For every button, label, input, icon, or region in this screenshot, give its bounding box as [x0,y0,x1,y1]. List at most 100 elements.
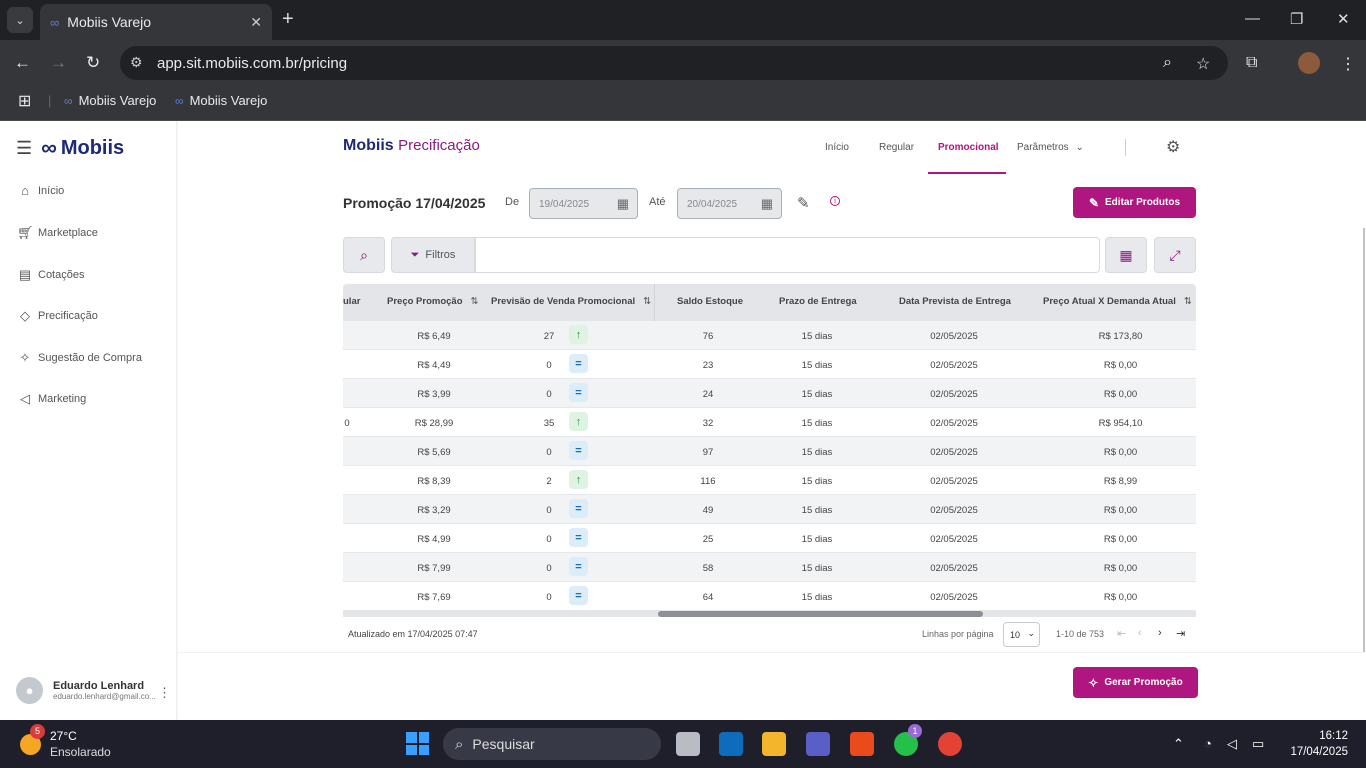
cell-date: 02/05/2025 [930,534,978,545]
tab-search-button[interactable]: ⌄ [7,7,33,33]
from-date-input[interactable]: 19/04/2025 ▦ [529,188,638,219]
edit-products-button[interactable]: ✎ Editar Produtos [1073,187,1196,218]
reload-button[interactable]: ↻ [86,53,100,73]
expand-button[interactable]: ⤢ [1154,237,1196,273]
table-row[interactable]: R$ 7,99 0 58 15 dias 02/05/2025 R$ 0,00 = [343,553,1196,582]
system-clock[interactable]: 16:12 17/04/2025 [1290,728,1348,760]
sort-icon[interactable]: ⇅ [643,296,651,307]
bookmark-item[interactable]: ∞ Mobiis Varejo [64,93,156,108]
extensions-icon[interactable]: ⧉ [1246,54,1257,72]
sort-icon[interactable]: ⇅ [1184,296,1192,307]
profile-avatar[interactable] [1298,52,1320,74]
search-button[interactable]: ⌕ [343,237,385,273]
hamburger-menu-icon[interactable]: ☰ [16,138,32,159]
apps-grid-icon[interactable]: ⊞ [18,91,31,111]
table-row[interactable]: R$ 3,29 0 49 15 dias 02/05/2025 R$ 0,00 = [343,495,1196,524]
nav-inicio[interactable]: Início [825,142,849,153]
sidebar-item-sugestao[interactable]: ✧ Sugestão de Compra [17,350,142,366]
back-button[interactable]: ← [14,53,31,73]
column-header-preco-promocao[interactable]: Preço Promoção ⇅ [387,296,478,307]
trend-equal-icon: = [569,586,588,605]
user-profile[interactable]: ● Eduardo Lenhard eduardo.lenhard@gmail.… [16,677,171,704]
brand-suffix: Precificação [398,137,480,154]
battery-icon[interactable]: ▭ [1252,736,1264,752]
nav-promocional[interactable]: Promocional [938,142,999,153]
browser-menu-icon[interactable]: ⋮ [1340,54,1356,74]
cell-lead: 15 dias [801,331,833,342]
sidebar-item-precificacao[interactable]: ◇ Precificação [17,308,98,324]
windows-start-icon[interactable] [406,732,429,755]
generate-promotion-button[interactable]: ✧ Gerar Promoção [1073,667,1198,698]
page-scrollbar[interactable] [1363,228,1365,652]
cell-date: 02/05/2025 [930,360,978,371]
folder-icon[interactable] [762,732,786,756]
weather-widget[interactable]: 5 27°C Ensolarado [20,724,111,760]
volume-icon[interactable]: ◁ [1227,736,1237,752]
chevron-up-icon[interactable]: ⌃ [1173,736,1184,752]
column-header-demanda[interactable]: Preço Atual X Demanda Atual ⇅ [1043,296,1192,307]
sort-icon[interactable]: ⇅ [471,296,479,307]
more-options-icon[interactable]: ⋮ [158,685,171,701]
table-row[interactable]: R$ 5,69 0 97 15 dias 02/05/2025 R$ 0,00 = [343,437,1196,466]
cell-date: 02/05/2025 [930,476,978,487]
minimize-button[interactable]: — [1245,10,1260,27]
teams-icon[interactable] [806,732,830,756]
bookmark-item[interactable]: ∞ Mobiis Varejo [175,93,267,108]
filter-icon: ⏷ [410,248,420,261]
cell-forecast: 27 [543,331,555,342]
table-row[interactable]: 0 R$ 28,99 35 32 15 dias 02/05/2025 R$ 954,10 ↑ [343,408,1196,437]
sidebar-item-marketplace[interactable]: 🛒︎ Marketplace [17,225,98,241]
calendar-icon[interactable]: ▦ [761,196,773,212]
table-row[interactable]: R$ 4,49 0 23 15 dias 02/05/2025 R$ 0,00 = [343,350,1196,379]
site-info-icon[interactable]: ⚙ [130,54,143,71]
sidebar-item-cotacoes[interactable]: ▤ Cotações [17,267,85,283]
column-header-partial[interactable]: ular [343,296,360,307]
table-row[interactable]: R$ 8,39 2 116 15 dias 02/05/2025 R$ 8,99 ↑ [343,466,1196,495]
column-header-previsao[interactable]: Previsão de Venda Promocional ⇅ [491,296,651,307]
chrome-icon[interactable] [938,732,962,756]
info-icon[interactable]: i [830,196,840,206]
zoom-icon[interactable]: ⌕ [1163,54,1172,72]
gear-icon[interactable]: ⚙ [1166,137,1180,157]
address-bar[interactable]: ⚙ app.sit.mobiis.com.br/pricing [120,46,1228,80]
filter-input[interactable] [475,237,1100,273]
browser-tab[interactable]: ∞ Mobiis Varejo ✕ [40,4,272,40]
nav-parametros[interactable]: Parâmetros ⌄ [1017,142,1084,153]
calendar-icon[interactable]: ▦ [617,196,629,212]
bookmark-star-icon[interactable]: ☆ [1196,54,1210,74]
table-row[interactable]: R$ 4,99 0 25 15 dias 02/05/2025 R$ 0,00 = [343,524,1196,553]
nav-regular[interactable]: Regular [879,142,914,153]
column-header-prazo[interactable]: Prazo de Entrega [779,296,857,307]
bookmark-label: Mobiis Varejo [78,93,157,108]
column-header-saldo[interactable]: Saldo Estoque [677,296,743,307]
sidebar-item-marketing[interactable]: ◁ Marketing [17,391,86,407]
table-row[interactable]: R$ 6,49 27 76 15 dias 02/05/2025 R$ 173,80 ↑ [343,321,1196,350]
forward-button[interactable]: → [50,53,67,73]
file-manager-icon[interactable] [676,732,700,756]
close-window-button[interactable]: ✕ [1337,10,1350,28]
to-date-input[interactable]: 20/04/2025 ▦ [677,188,782,219]
cell-stock: 64 [702,592,714,603]
table-row[interactable]: R$ 3,99 0 24 15 dias 02/05/2025 R$ 0,00 = [343,379,1196,408]
first-page-icon[interactable]: ⇤ [1117,627,1126,640]
outlook-icon[interactable] [719,732,743,756]
edit-pencil-icon[interactable]: ✎ [797,194,810,212]
next-page-icon[interactable]: › [1158,627,1162,639]
column-header-data-prevista[interactable]: Data Prevista de Entrega [899,296,1011,307]
last-page-icon[interactable]: ⇥ [1176,627,1185,640]
table-row[interactable]: R$ 7,69 0 64 15 dias 02/05/2025 R$ 0,00 = [343,582,1196,611]
restore-button[interactable]: ❐ [1290,10,1303,28]
new-tab-button[interactable]: + [282,8,294,31]
cell-stock: 25 [702,534,714,545]
trend-equal-icon: = [569,383,588,402]
whatsapp-icon[interactable]: 1 [894,724,922,756]
brave-icon[interactable] [850,732,874,756]
prev-page-icon[interactable]: ‹ [1138,627,1142,639]
sidebar-item-inicio[interactable]: ⌂ Início [17,183,64,198]
table-view-button[interactable]: ▦ [1105,237,1147,273]
filters-button[interactable]: ⏷ Filtros [391,237,475,273]
close-tab-icon[interactable]: ✕ [250,14,262,31]
taskbar-search[interactable]: ⌕ Pesquisar [443,728,661,760]
rows-per-page-select[interactable]: 10 ⌄ [1003,622,1040,647]
wifi-icon[interactable]: ◔ [1204,736,1212,751]
